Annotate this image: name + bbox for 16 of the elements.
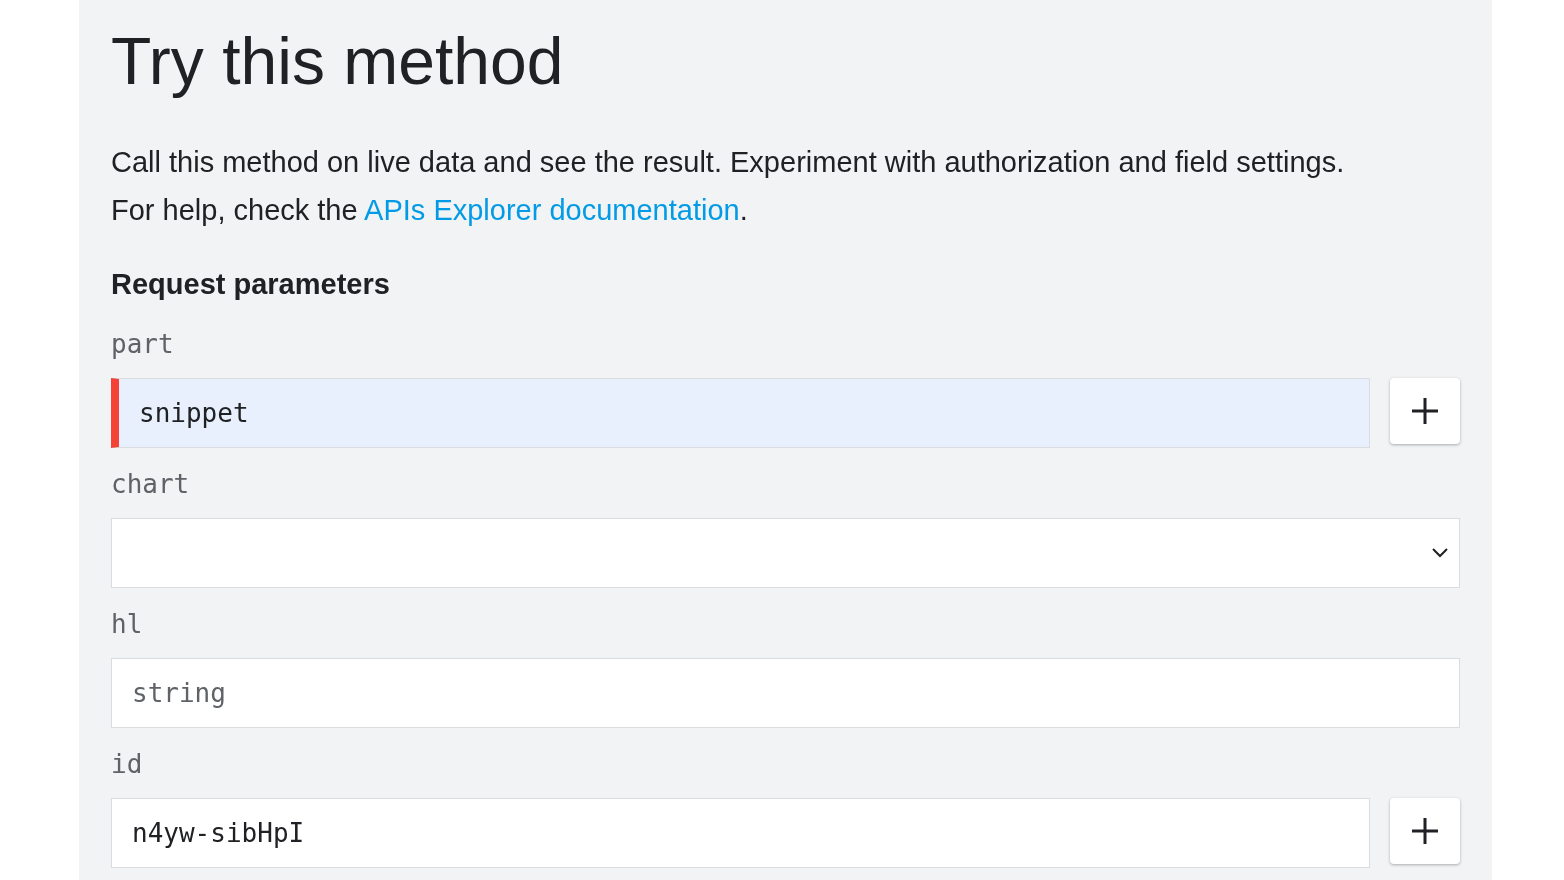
parameter-label: id — [111, 748, 143, 781]
section-heading: Request parameters — [111, 267, 391, 302]
select-field[interactable] — [111, 518, 1460, 588]
parameter-label: hl — [111, 608, 143, 641]
caret-icon — [1431, 547, 1449, 559]
input-field[interactable]: n4yw-sibHpI — [111, 798, 1370, 868]
add-button[interactable] — [1390, 798, 1460, 864]
parameter-label: chart — [111, 468, 190, 501]
input-field[interactable]: snippet — [111, 378, 1370, 448]
plus-icon — [1410, 396, 1440, 426]
parameter-label: part — [111, 328, 174, 361]
add-button[interactable] — [1390, 378, 1460, 444]
description-text: Call this method on live data and see the result. Experiment with authorization and field settings. For help, check the APIs Explorer documentation. — [111, 145, 1346, 228]
input-field[interactable]: string — [111, 658, 1460, 728]
page-title: Try this method — [111, 23, 565, 100]
plus-icon — [1410, 816, 1440, 846]
